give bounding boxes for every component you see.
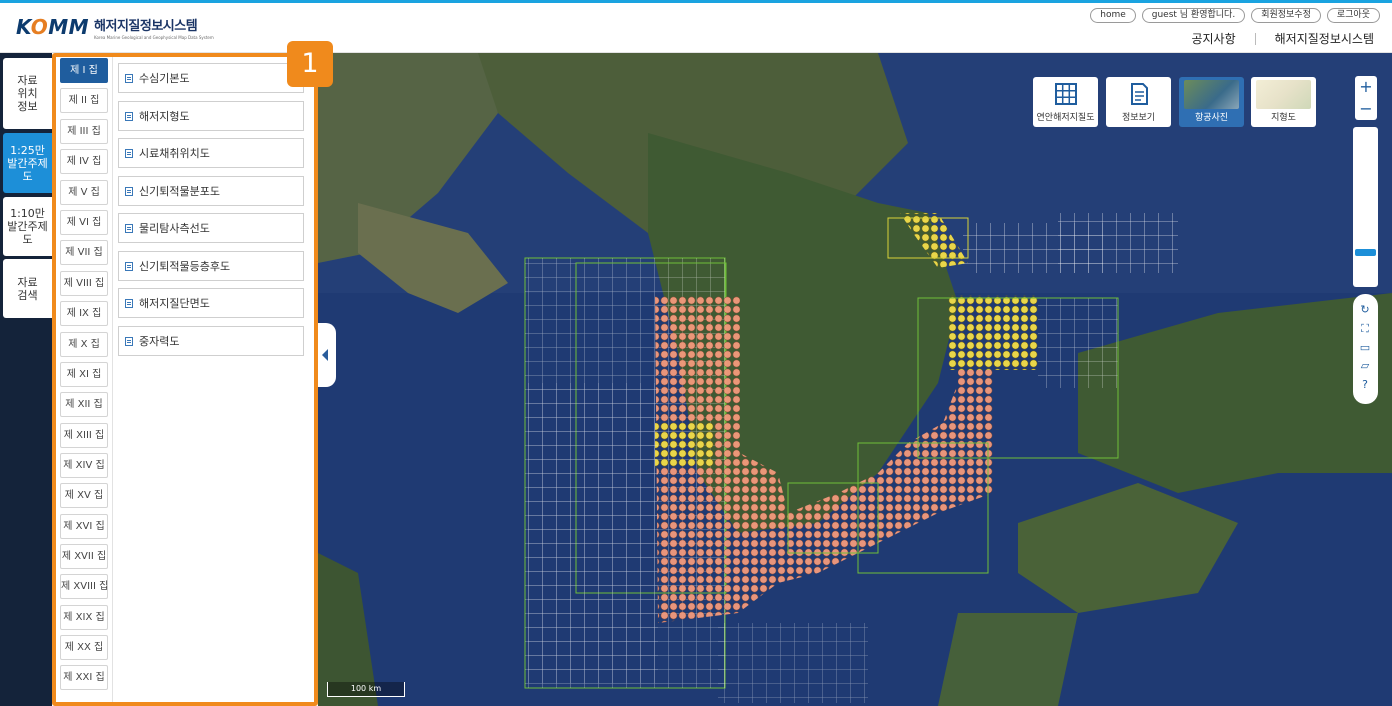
- utility-links: home guest 님 환영합니다. 회원정보수정 로그아웃: [1090, 8, 1380, 23]
- logo[interactable]: KOMM 해저지질정보시스템 Korea Marine Geological a…: [16, 15, 214, 40]
- nav-data-search[interactable]: 자료 검색: [3, 259, 52, 318]
- map-item-label: 물리탐사측선도: [139, 222, 210, 235]
- zoom-control: + −: [1355, 76, 1377, 120]
- welcome-message: guest 님 환영합니다.: [1141, 8, 1246, 23]
- nav-location-info-label: 자료 위치 정보: [17, 74, 38, 113]
- document-icon: [125, 111, 133, 121]
- nav-divider: [1254, 32, 1256, 45]
- set-button[interactable]: 제 XII 집: [60, 392, 108, 417]
- map-item[interactable]: 수심기본도: [118, 63, 304, 93]
- map-item[interactable]: 신기퇴적물분포도: [118, 176, 304, 206]
- refresh-icon[interactable]: ↻: [1358, 303, 1372, 317]
- grid-icon: [1055, 83, 1077, 105]
- tool-label: 연안해저지질도: [1036, 113, 1095, 123]
- document-icon: [125, 336, 133, 346]
- set-button[interactable]: 제 XXI 집: [60, 665, 108, 690]
- map-item-label: 신기퇴적물분포도: [139, 185, 220, 198]
- map-item-label: 시료채취위치도: [139, 147, 210, 160]
- nav-location-info[interactable]: 자료 위치 정보: [3, 58, 52, 129]
- coastal-geology-map-tool[interactable]: 연안해저지질도: [1033, 77, 1098, 127]
- zoom-out-button[interactable]: −: [1355, 98, 1377, 120]
- tool-label: 지형도: [1271, 113, 1296, 123]
- aerial-photo-tool[interactable]: 항공사진: [1179, 77, 1244, 127]
- tool-label: 항공사진: [1194, 113, 1229, 123]
- map-item[interactable]: 신기퇴적물등층후도: [118, 251, 304, 281]
- satellite-map[interactable]: [318, 53, 1392, 706]
- map-item-label: 해저지질단면도: [139, 297, 210, 310]
- set-button[interactable]: 제 IV 집: [60, 149, 108, 174]
- map-item-label: 신기퇴적물등층후도: [139, 260, 231, 273]
- map-item[interactable]: 해저지질단면도: [118, 288, 304, 318]
- set-button[interactable]: 제 XVII 집: [60, 544, 108, 569]
- map-item[interactable]: 중자력도: [118, 326, 304, 356]
- map-item[interactable]: 시료채취위치도: [118, 138, 304, 168]
- set-button[interactable]: 제 IX 집: [60, 301, 108, 326]
- set-button[interactable]: 제 XX 집: [60, 635, 108, 660]
- document-icon: [125, 186, 133, 196]
- nav-notice[interactable]: 공지사항: [1191, 30, 1235, 47]
- document-icon: [1131, 83, 1148, 105]
- map-item[interactable]: 해저지형도: [118, 101, 304, 131]
- terrain-map-thumbnail: [1256, 80, 1311, 109]
- main-nav: 공지사항 해저지질정보시스템: [1191, 30, 1374, 47]
- logout-link[interactable]: 로그아웃: [1326, 8, 1380, 23]
- map-view[interactable]: [318, 53, 1392, 706]
- set-button[interactable]: 제 XV 집: [60, 483, 108, 508]
- set-button[interactable]: 제 VI 집: [60, 210, 108, 235]
- fullscreen-icon[interactable]: ⛶: [1358, 322, 1372, 336]
- info-view-tool[interactable]: 정보보기: [1106, 77, 1171, 127]
- edit-profile-link[interactable]: 회원정보수정: [1251, 8, 1321, 23]
- panel-collapse-button[interactable]: [318, 323, 336, 387]
- nav-data-search-label: 자료 검색: [17, 275, 38, 302]
- nav-100k-maps[interactable]: 1:10만 발간주제도: [3, 197, 52, 256]
- nav-250k-maps[interactable]: 1:25만 발간주제도: [3, 133, 52, 193]
- tool-label: 정보보기: [1121, 113, 1156, 123]
- document-icon: [125, 148, 133, 158]
- document-icon: [125, 223, 133, 233]
- set-button[interactable]: 제 XIX 집: [60, 605, 108, 630]
- document-icon: [125, 261, 133, 271]
- set-button[interactable]: 제 XIII 집: [60, 423, 108, 448]
- nav-250k-maps-label: 1:25만 발간주제도: [7, 143, 48, 183]
- logo-title: 해저지질정보시스템: [94, 19, 198, 34]
- map-item[interactable]: 물리탐사측선도: [118, 213, 304, 243]
- measure-distance-icon[interactable]: ▭: [1358, 341, 1372, 355]
- logo-mark: KOMM: [16, 15, 90, 39]
- set-button[interactable]: 제 VII 집: [60, 240, 108, 265]
- set-button[interactable]: 제 XVI 집: [60, 514, 108, 539]
- terrain-map-tool[interactable]: 지형도: [1251, 77, 1316, 127]
- site-header: KOMM 해저지질정보시스템 Korea Marine Geological a…: [0, 3, 1392, 53]
- document-icon: [125, 73, 133, 83]
- set-button[interactable]: 제 I 집: [60, 58, 108, 83]
- set-button[interactable]: 제 XI 집: [60, 362, 108, 387]
- scale-bar: 100 km: [327, 682, 405, 697]
- nav-system[interactable]: 해저지질정보시스템: [1275, 30, 1374, 47]
- document-icon: [125, 298, 133, 308]
- set-button[interactable]: 제 II 집: [60, 88, 108, 113]
- set-button[interactable]: 제 V 집: [60, 180, 108, 205]
- callout-number: 1: [287, 41, 333, 87]
- set-button[interactable]: 제 VIII 집: [60, 271, 108, 296]
- aerial-photo-thumbnail: [1184, 80, 1239, 109]
- help-icon[interactable]: ?: [1358, 378, 1372, 392]
- left-nav: 자료 위치 정보 1:25만 발간주제도 1:10만 발간주제도 자료 검색: [0, 53, 52, 706]
- map-item-label: 해저지형도: [139, 110, 190, 123]
- measure-area-icon[interactable]: ▱: [1358, 359, 1372, 373]
- set-button[interactable]: 제 III 집: [60, 119, 108, 144]
- logo-subtitle: Korea Marine Geological and Geophysical …: [94, 35, 214, 40]
- map-list: 수심기본도 해저지형도 시료채취위치도 신기퇴적물분포도 물리탐사측선도 신기퇴…: [112, 53, 316, 706]
- home-link[interactable]: home: [1090, 8, 1136, 23]
- set-button[interactable]: 제 XIV 집: [60, 453, 108, 478]
- nav-100k-maps-label: 1:10만 발간주제도: [7, 207, 48, 246]
- zoom-in-button[interactable]: +: [1355, 76, 1377, 98]
- set-button[interactable]: 제 X 집: [60, 332, 108, 357]
- zoom-slider-handle[interactable]: [1355, 249, 1376, 256]
- map-item-label: 중자력도: [139, 335, 180, 348]
- zoom-slider[interactable]: [1353, 127, 1378, 287]
- set-list: 제 I 집 제 II 집 제 III 집 제 IV 집 제 V 집 제 VI 집…: [52, 53, 112, 706]
- map-tool-strip: ↻ ⛶ ▭ ▱ ?: [1353, 294, 1378, 404]
- map-item-label: 수심기본도: [139, 72, 190, 85]
- set-button[interactable]: 제 XVIII 집: [60, 574, 108, 599]
